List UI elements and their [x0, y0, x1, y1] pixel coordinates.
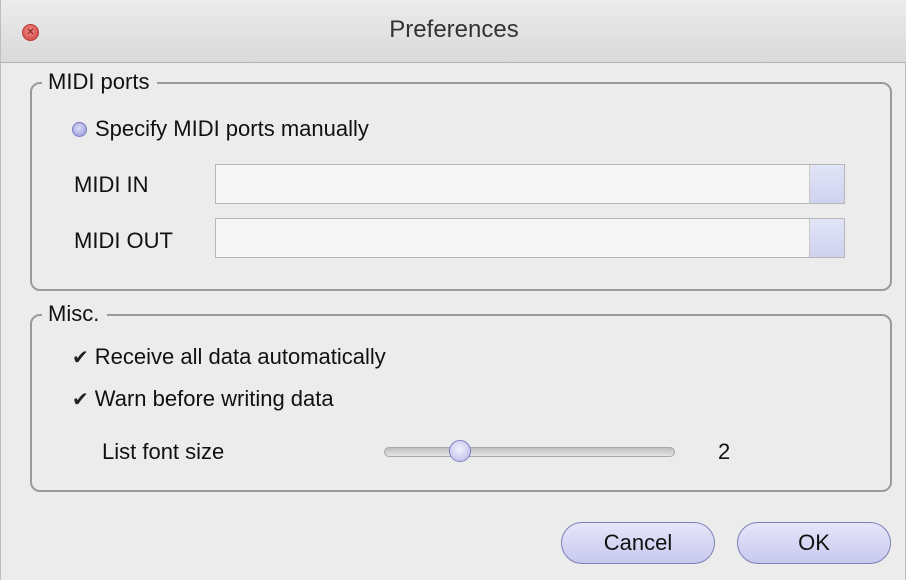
window-title: Preferences [389, 16, 519, 43]
midi-ports-legend: MIDI ports [42, 67, 158, 97]
specify-ports-radio[interactable] [72, 121, 87, 137]
font-size-slider[interactable] [384, 440, 675, 462]
receive-all-option[interactable]: ✔ Receive all data automatically [72, 344, 386, 370]
warn-before-writing-label: Warn before writing data [94, 386, 334, 411]
checkmark-icon[interactable]: ✔ [72, 387, 89, 412]
midi-ports-group: MIDI ports Specify MIDI ports manually M… [30, 67, 892, 291]
midi-out-dropdown-button[interactable] [809, 219, 844, 257]
midi-out-label: MIDI OUT [74, 228, 173, 253]
warn-before-writing-option[interactable]: ✔ Warn before writing data [72, 386, 334, 412]
misc-group: Misc. ✔ Receive all data automatically ✔… [30, 299, 892, 492]
checkmark-icon[interactable]: ✔ [72, 345, 89, 370]
midi-in-label: MIDI IN [74, 172, 149, 197]
font-size-slider-knob[interactable] [449, 440, 472, 462]
midi-out-select[interactable] [215, 218, 845, 258]
ok-button[interactable]: OK [737, 522, 891, 564]
misc-legend: Misc. [42, 299, 108, 329]
midi-in-select[interactable] [215, 164, 845, 204]
font-size-value: 2 [718, 439, 731, 464]
midi-in-dropdown-button[interactable] [809, 165, 844, 203]
specify-ports-manually-option[interactable]: Specify MIDI ports manually [72, 116, 369, 142]
title-bar: ✕ Preferences [1, 0, 906, 63]
preferences-window: ✕ Preferences MIDI ports Specify MIDI po… [0, 0, 906, 580]
font-size-label: List font size [102, 439, 225, 464]
receive-all-label: Receive all data automatically [94, 344, 386, 369]
specify-ports-label: Specify MIDI ports manually [95, 116, 369, 141]
cancel-button[interactable]: Cancel [561, 522, 715, 564]
